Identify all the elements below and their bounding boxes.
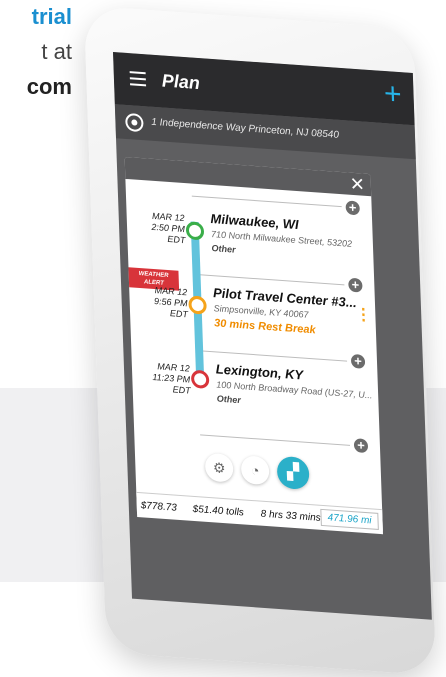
rest-marker-icon bbox=[188, 295, 207, 315]
divider bbox=[200, 434, 351, 446]
page-title: Plan bbox=[161, 70, 201, 94]
stop-type: Other bbox=[211, 243, 236, 255]
add-stop-icon[interactable]: + bbox=[345, 200, 360, 216]
start-marker-icon bbox=[185, 221, 205, 241]
stop-time: MAR 12 9:56 PM EDT bbox=[133, 284, 188, 321]
add-icon[interactable]: + bbox=[384, 77, 403, 111]
map-icon[interactable]: ▞ bbox=[276, 455, 310, 491]
route-card: ✕ + + + + MAR 12 2:50 PM EDT Milwaukee, … bbox=[124, 156, 384, 535]
app-screen: Plan + 1 Independence Way Princeton, NJ … bbox=[113, 52, 432, 620]
stop-type: Other bbox=[216, 393, 241, 406]
divider bbox=[194, 273, 345, 286]
promo-line-1: trial bbox=[31, 4, 72, 29]
trip-cost: $778.73 bbox=[140, 500, 178, 514]
trip-summary: $778.73 $51.40 tolls 8 hrs 33 mins 471.9… bbox=[136, 491, 384, 535]
stop-time: MAR 12 11:23 PM EDT bbox=[136, 360, 191, 397]
close-icon[interactable]: ✕ bbox=[349, 173, 365, 196]
trip-distance[interactable]: 471.96 mi bbox=[320, 508, 379, 530]
trip-duration: 8 hrs 33 mins bbox=[260, 508, 321, 524]
add-stop-icon[interactable]: + bbox=[348, 277, 363, 293]
trip-tolls: $51.40 tolls bbox=[192, 503, 245, 519]
rest-break-label: 30 mins Rest Break bbox=[213, 317, 316, 337]
gear-icon[interactable]: ⚙ bbox=[204, 452, 234, 483]
divider bbox=[191, 195, 342, 208]
kebab-icon[interactable]: ⋮ bbox=[355, 306, 372, 324]
origin-address: 1 Independence Way Princeton, NJ 08540 bbox=[151, 116, 340, 141]
clock-icon[interactable]: ◔ bbox=[240, 455, 270, 486]
stop-time: MAR 12 2:50 PM EDT bbox=[130, 209, 185, 246]
menu-icon[interactable] bbox=[129, 71, 147, 87]
promo-line-3: com bbox=[26, 74, 72, 99]
end-marker-icon bbox=[190, 369, 210, 389]
card-header: ✕ bbox=[124, 156, 372, 197]
target-icon bbox=[125, 112, 144, 133]
divider bbox=[197, 350, 348, 362]
promo-line-2: t at bbox=[41, 39, 72, 64]
add-stop-icon[interactable]: + bbox=[350, 353, 366, 369]
add-stop-icon[interactable]: + bbox=[353, 437, 369, 454]
